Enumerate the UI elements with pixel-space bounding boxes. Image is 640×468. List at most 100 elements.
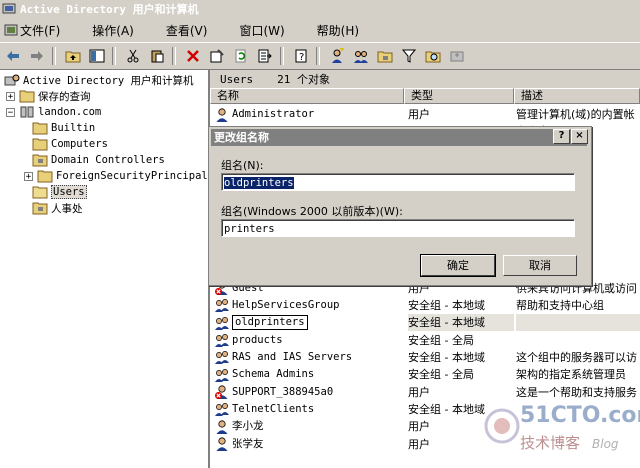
column-header-type[interactable]: 类型 (404, 88, 514, 104)
cut-button[interactable] (122, 45, 144, 67)
watermark-sub: 技术博客 (520, 434, 580, 452)
watermark-logo: 51CTO.com 技术博客 Blog (484, 403, 640, 452)
help-button[interactable]: ? (290, 45, 312, 67)
ou-folder-icon (32, 154, 48, 167)
title-bar[interactable]: Active Directory 用户和计算机 (0, 0, 640, 18)
folder-icon (37, 170, 53, 183)
tree-item-domain-controllers[interactable]: Domain Controllers (32, 152, 165, 168)
ok-button[interactable]: 确定 (420, 254, 496, 277)
row-name: Schema Admins (232, 368, 315, 381)
row-name: TelnetClients (232, 402, 315, 415)
dialog-title-bar[interactable]: 更改组名称 (211, 129, 587, 146)
dialog-help-button[interactable]: ? (553, 129, 570, 144)
new-group-button[interactable] (350, 45, 372, 67)
table-row[interactable]: HelpServicesGroup 安全组 - 本地域 帮助和支持中心组 (210, 297, 640, 314)
menu-view[interactable]: 查看(V) (146, 22, 220, 39)
row-name: RAS and IAS Servers (232, 350, 353, 363)
group-icon (214, 332, 230, 348)
dialog-close-button[interactable]: × (571, 129, 588, 144)
table-row[interactable]: Administrator 用户 管理计算机(域)的内置帐 (210, 106, 640, 123)
legacy-group-name-label: 组名(Windows 2000 以前版本)(W): (221, 205, 403, 218)
scissors-icon (127, 49, 139, 63)
arrow-left-icon (7, 51, 19, 61)
tree-item-label: ForeignSecurityPrincipal (56, 170, 208, 182)
row-name: 张学友 (232, 437, 264, 450)
column-header-description[interactable]: 描述 (514, 88, 640, 104)
filter-icon (402, 49, 416, 63)
delete-button[interactable] (182, 45, 204, 67)
tree-root[interactable]: Active Directory 用户和计算机 (4, 72, 193, 88)
toolbar-separator (112, 47, 116, 65)
rename-group-dialog: 更改组名称 ? × 组名(N): oldprinters 组名(Windows … (208, 126, 592, 286)
new-ou-button[interactable] (374, 45, 396, 67)
show-tree-button[interactable] (86, 45, 108, 67)
folder-icon (19, 90, 35, 103)
group-icon (214, 401, 230, 417)
cell-description: 管理计算机(域)的内置帐 (516, 108, 635, 121)
arrow-right-icon (31, 51, 43, 61)
container-name: Users (220, 72, 254, 86)
group-name-input[interactable]: oldprinters (221, 173, 575, 191)
legacy-group-name-value: printers (224, 223, 275, 235)
disabled-user-icon (214, 384, 230, 400)
new-group-icon (354, 51, 368, 63)
cell-description: 这个组中的服务器可以访 (516, 350, 637, 364)
tree-item-hr[interactable]: 人事处 (32, 200, 83, 216)
tree-root-label: Active Directory 用户和计算机 (23, 74, 194, 87)
expand-plus-icon[interactable]: + (24, 171, 33, 181)
cell-description: 架构的指定系统管理员 (516, 368, 626, 382)
export-list-button[interactable] (254, 45, 276, 67)
properties-icon (210, 49, 224, 63)
tree-item-label: 保存的查询 (38, 90, 91, 103)
forward-button[interactable] (26, 45, 48, 67)
row-name: Administrator (232, 108, 315, 120)
toolbar: ? (0, 42, 640, 70)
find-button[interactable] (422, 45, 444, 67)
cell-name: 李小龙 (214, 418, 406, 435)
legacy-group-name-input[interactable]: printers (221, 219, 575, 237)
collapse-minus-icon[interactable]: − (6, 107, 15, 117)
user-icon (214, 419, 230, 435)
menu-action[interactable]: 操作(A) (72, 22, 146, 39)
row-name: HelpServicesGroup (232, 298, 340, 311)
tree-item-users[interactable]: Users (32, 184, 87, 200)
table-row[interactable]: RAS and IAS Servers 安全组 - 本地域 这个组中的服务器可以访 (210, 349, 640, 366)
table-row[interactable]: oldprinters 安全组 - 本地域 (210, 314, 640, 332)
user-icon (214, 107, 230, 123)
table-row[interactable]: Schema Admins 安全组 - 全局 架构的指定系统管理员 (210, 366, 640, 383)
cell-name: HelpServicesGroup (214, 297, 406, 314)
menu-help[interactable]: 帮助(H) (297, 22, 371, 39)
column-header-name[interactable]: 名称 (210, 88, 404, 104)
paste-button[interactable] (146, 45, 168, 67)
tree-item-builtin[interactable]: Builtin (32, 120, 95, 136)
add-to-group-button[interactable] (446, 45, 468, 67)
tree-item-computers[interactable]: Computers (32, 136, 108, 152)
properties-button[interactable] (206, 45, 228, 67)
new-user-button[interactable] (326, 45, 348, 67)
expand-plus-icon[interactable]: + (6, 91, 15, 101)
back-button[interactable] (2, 45, 24, 67)
cell-name: 张学友 (214, 436, 406, 453)
row-name: 李小龙 (232, 420, 264, 433)
dialog-title: 更改组名称 (214, 131, 269, 144)
table-row[interactable]: products 安全组 - 全局 (210, 332, 640, 349)
cell-name: TelnetClients (214, 401, 406, 418)
menu-window[interactable]: 窗口(W) (219, 22, 296, 39)
row-name: products (232, 333, 283, 346)
cancel-button[interactable]: 取消 (503, 255, 577, 276)
filter-button[interactable] (398, 45, 420, 67)
toolbar-separator (316, 47, 320, 65)
tree-item-foreign-security[interactable]: + ForeignSecurityPrincipal (24, 168, 208, 184)
tree-item-domain[interactable]: − landon.com (6, 104, 101, 120)
up-button[interactable] (62, 45, 84, 67)
refresh-button[interactable] (230, 45, 252, 67)
menu-file[interactable]: 文件(F) (0, 22, 72, 39)
details-header: Users 21 个对象 (210, 70, 640, 88)
app-icon (2, 3, 16, 14)
tree-item-label: Domain Controllers (51, 154, 165, 166)
export-list-icon (258, 49, 272, 63)
tree-item-saved-queries[interactable]: + 保存的查询 (6, 88, 91, 104)
delete-x-icon (187, 50, 199, 62)
group-icon (214, 349, 230, 365)
cell-description (516, 332, 640, 349)
